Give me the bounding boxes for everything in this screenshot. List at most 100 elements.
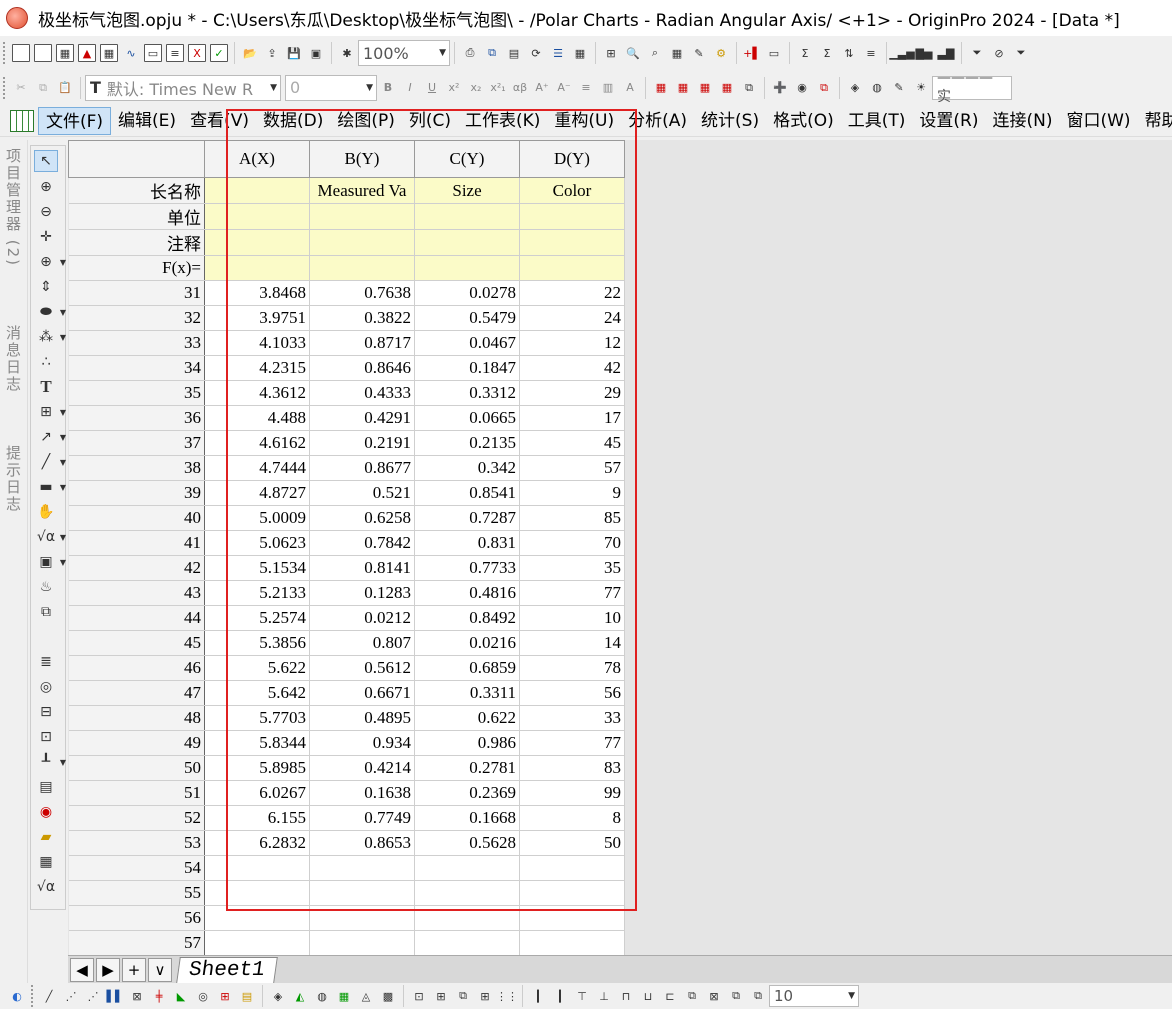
menu-statistics[interactable]: 统计(S) (694, 107, 766, 135)
data-cell[interactable]: 85 (519, 505, 625, 531)
data-cell[interactable]: 0.807 (309, 630, 415, 656)
link-icon[interactable]: ⧉ (454, 987, 472, 1005)
data-cell[interactable]: 0.1638 (309, 780, 415, 806)
menu-data[interactable]: 数据(D) (256, 107, 330, 135)
image-plot-icon[interactable]: ▩ (379, 987, 397, 1005)
new-folder-icon[interactable] (34, 44, 52, 62)
row-number[interactable]: 53 (68, 830, 205, 856)
menu-analysis[interactable]: 分析(A) (621, 107, 694, 135)
same-width-icon[interactable]: ⊔ (639, 987, 657, 1005)
data-cell[interactable]: 50 (519, 830, 625, 856)
heatmap-icon[interactable]: ▦ (335, 987, 353, 1005)
underline-icon[interactable]: U (423, 79, 441, 97)
error-bar-icon[interactable]: ╪ (150, 987, 168, 1005)
menu-file[interactable]: 文件(F) (38, 106, 112, 135)
row-number[interactable]: 46 (68, 655, 205, 681)
formula-icon[interactable]: √α (34, 876, 58, 898)
data-cell[interactable]: 4.488 (204, 405, 310, 431)
label-cell[interactable] (309, 255, 415, 281)
data-cell[interactable]: 33 (519, 705, 625, 731)
row-number[interactable]: 48 (68, 705, 205, 731)
row-number[interactable]: 39 (68, 480, 205, 506)
data-cell[interactable]: 0.2135 (414, 430, 520, 456)
chevron-down-icon[interactable]: ▼ (270, 83, 277, 93)
data-cell[interactable] (309, 855, 415, 881)
line-plot-icon[interactable]: ╱ (40, 987, 58, 1005)
row-number[interactable]: 42 (68, 555, 205, 581)
data-cell[interactable]: 29 (519, 380, 625, 406)
data-cell[interactable]: 0.7749 (309, 805, 415, 831)
data-cell[interactable]: 0.521 (309, 480, 415, 506)
brightness-icon[interactable]: ☀ (912, 79, 930, 97)
data-cell[interactable]: 4.3612 (204, 380, 310, 406)
chevron-down-icon[interactable]: ▼ (439, 48, 446, 58)
multi-panel-icon[interactable]: ⊠ (128, 987, 146, 1005)
menu-reshape[interactable]: 重构(U) (547, 107, 621, 135)
row-number[interactable]: 57 (68, 930, 205, 956)
layer-management-icon[interactable]: ⊡ (410, 987, 428, 1005)
project-manager-tab[interactable]: 项目管理器 (2) (2, 148, 24, 267)
row-number[interactable]: 34 (68, 355, 205, 381)
open-icon[interactable]: 📂 (241, 44, 259, 62)
filter-options-icon[interactable]: ⏷ (1012, 44, 1030, 62)
data-cell[interactable] (309, 905, 415, 931)
row-number[interactable]: 41 (68, 530, 205, 556)
data-cell[interactable]: 4.2315 (204, 355, 310, 381)
folder-icon[interactable]: ▰ (34, 826, 58, 848)
data-cell[interactable] (204, 855, 310, 881)
data-cell[interactable]: 0.5612 (309, 655, 415, 681)
data-cell[interactable]: 0.1283 (309, 580, 415, 606)
greek-icon[interactable]: αβ (511, 79, 529, 97)
data-cell[interactable]: 0.8717 (309, 330, 415, 356)
row-number[interactable]: 33 (68, 330, 205, 356)
label-cell[interactable] (309, 229, 415, 256)
data-cell[interactable]: 0.2191 (309, 430, 415, 456)
data-cell[interactable]: 78 (519, 655, 625, 681)
script-window-icon[interactable]: ▭ (765, 44, 783, 62)
export-icon[interactable]: ⧉ (483, 44, 501, 62)
windows-start-icon[interactable]: ◐ (8, 987, 26, 1005)
duplicate-icon[interactable]: ☰ (549, 44, 567, 62)
label-cell[interactable] (204, 177, 310, 204)
corner-cell[interactable] (68, 140, 205, 178)
row-number[interactable]: 49 (68, 730, 205, 756)
data-cell[interactable]: 77 (519, 730, 625, 756)
paste-icon[interactable]: 📋 (56, 79, 74, 97)
data-cell[interactable]: 0.3311 (414, 680, 520, 706)
data-cell[interactable]: 4.7444 (204, 455, 310, 481)
row-number[interactable]: 35 (68, 380, 205, 406)
data-cell[interactable] (519, 880, 625, 906)
data-cell[interactable]: 0.8677 (309, 455, 415, 481)
data-cell[interactable]: 0.6671 (309, 680, 415, 706)
data-cell[interactable]: 4.6162 (204, 430, 310, 456)
label-cell[interactable] (414, 203, 520, 230)
new-workbook-icon[interactable]: ▦ (56, 44, 74, 62)
remove-icon[interactable]: ⧉ (815, 79, 833, 97)
3d-surface-icon[interactable]: ◭ (291, 987, 309, 1005)
data-cell[interactable]: 0.2781 (414, 755, 520, 781)
menu-tools[interactable]: 工具(T) (841, 107, 913, 135)
data-cell[interactable]: 0.4291 (309, 405, 415, 431)
check-icon[interactable]: ✓ (210, 44, 228, 62)
menu-view[interactable]: 查看(V) (183, 107, 256, 135)
insert-graph-icon[interactable]: ▣ ▼ (34, 551, 66, 573)
data-cell[interactable]: 42 (519, 355, 625, 381)
align-bottom-icon[interactable]: ⊥ (595, 987, 613, 1005)
data-cell[interactable] (414, 905, 520, 931)
label-cell[interactable] (519, 229, 625, 256)
draw-data-icon[interactable]: ∴ (34, 351, 58, 373)
data-cell[interactable]: 5.7703 (204, 705, 310, 731)
data-cell[interactable]: 0.1847 (414, 355, 520, 381)
row-number[interactable]: 56 (68, 905, 205, 931)
row-number[interactable]: 44 (68, 605, 205, 631)
data-cell[interactable]: 0.0665 (414, 405, 520, 431)
data-cell[interactable]: 0.2369 (414, 780, 520, 806)
data-cell[interactable]: 45 (519, 430, 625, 456)
mask-icon[interactable]: ⬬ ▼ (34, 301, 66, 323)
line-tool-icon[interactable]: ╱ ▼ (34, 451, 66, 473)
add-column-icon[interactable]: +▌ (743, 44, 761, 62)
menu-edit[interactable]: 编辑(E) (111, 107, 183, 135)
copy-page-icon[interactable]: ▤ (505, 44, 523, 62)
data-cell[interactable]: 5.2574 (204, 605, 310, 631)
align-right-icon[interactable]: ▕▏ (551, 987, 569, 1005)
